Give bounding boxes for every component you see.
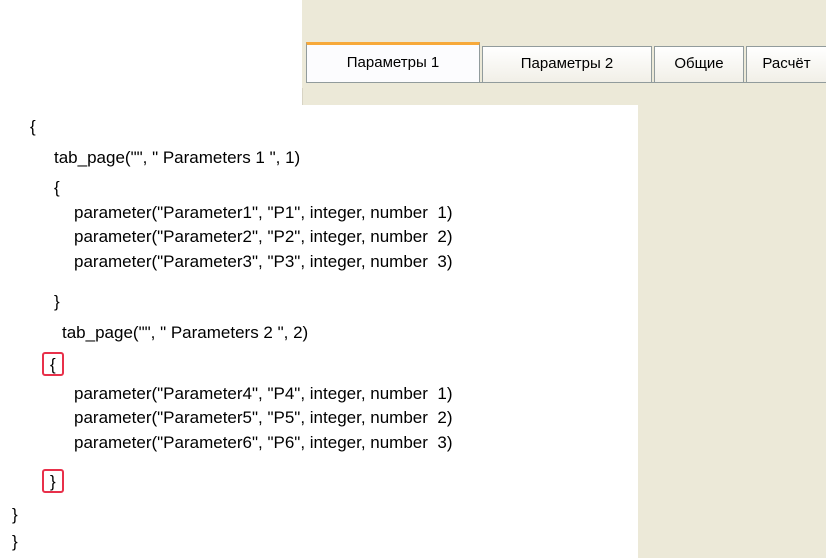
code-line: { [30, 117, 36, 136]
highlight-box-open-brace [42, 352, 64, 376]
tab-parameters-1[interactable]: Параметры 1 [306, 42, 480, 82]
panel-divider [302, 88, 303, 105]
code-line: } [12, 532, 18, 551]
tab-calculation[interactable]: Расчёт [746, 46, 826, 82]
code-line: parameter("Parameter5", "P5", integer, n… [74, 408, 453, 427]
code-line: parameter("Parameter1", "P1", integer, n… [74, 203, 453, 222]
code-line: parameter("Parameter4", "P4", integer, n… [74, 384, 453, 403]
code-line: parameter("Parameter3", "P3", integer, n… [74, 252, 453, 271]
code-line: parameter("Parameter2", "P2", integer, n… [74, 227, 453, 246]
code-line: } [54, 292, 60, 311]
tab-strip: Параметры 1 Параметры 2 Общие Расчёт [306, 42, 826, 86]
code-line: tab_page("", " Parameters 1 ", 1) [54, 148, 301, 167]
code-line: { [54, 178, 60, 197]
dialog-panel-body [638, 105, 826, 558]
highlight-box-close-brace [42, 469, 64, 493]
tab-general[interactable]: Общие [654, 46, 744, 82]
tab-baseline [306, 82, 826, 83]
code-line: tab_page("", " Parameters 2 ", 2) [62, 323, 309, 342]
code-line: } [12, 505, 18, 524]
code-line: parameter("Parameter6", "P6", integer, n… [74, 433, 453, 452]
tab-parameters-2[interactable]: Параметры 2 [482, 46, 652, 82]
